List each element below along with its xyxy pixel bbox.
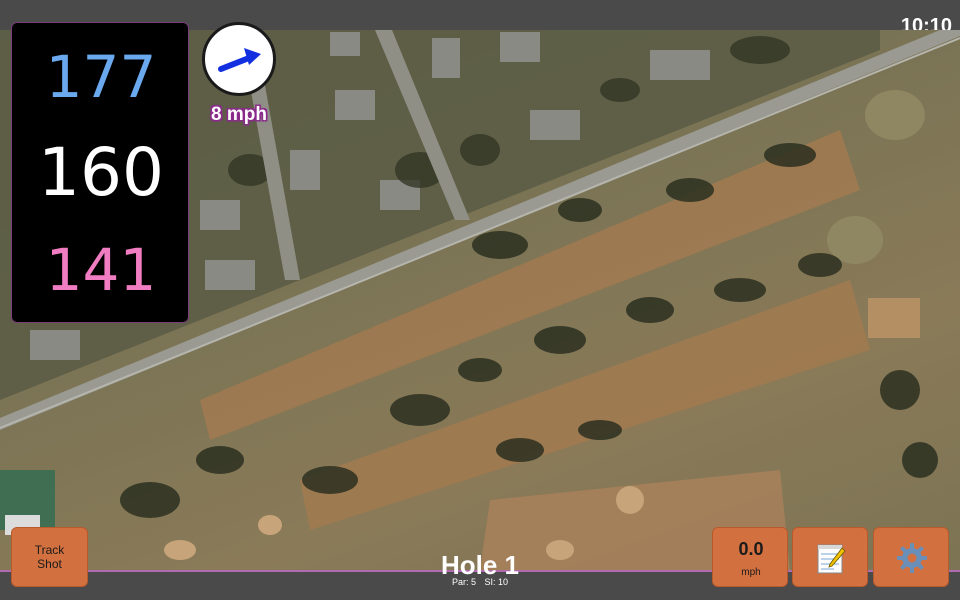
notes-button[interactable] [792, 527, 868, 587]
wind-speed-button[interactable]: 0.0 mph [712, 527, 788, 587]
notepad-icon [817, 544, 846, 574]
gear-icon [897, 543, 927, 573]
wind-speed-unit: mph [741, 567, 761, 578]
front-distance: 141 [45, 236, 157, 304]
wind-speed-label: 8 mph [211, 104, 267, 125]
settings-button[interactable] [873, 527, 949, 587]
distance-panel: 177 160 141 [11, 22, 189, 323]
track-shot-label-line1: Track [34, 543, 65, 557]
hole-par: Par: 5 [451, 577, 476, 587]
track-shot-button[interactable]: Track Shot [11, 527, 88, 587]
hole-meta: Par: 5 SI: 10 [380, 577, 580, 587]
middle-distance: 160 [38, 134, 164, 211]
wind-arrow-icon [218, 48, 261, 72]
wind-direction-indicator [202, 22, 276, 96]
back-distance: 177 [45, 43, 157, 111]
wind-speed-value: 0.0 [738, 539, 764, 559]
track-shot-label-line2: Shot [37, 557, 62, 571]
hole-stroke-index: SI: 10 [484, 577, 509, 587]
